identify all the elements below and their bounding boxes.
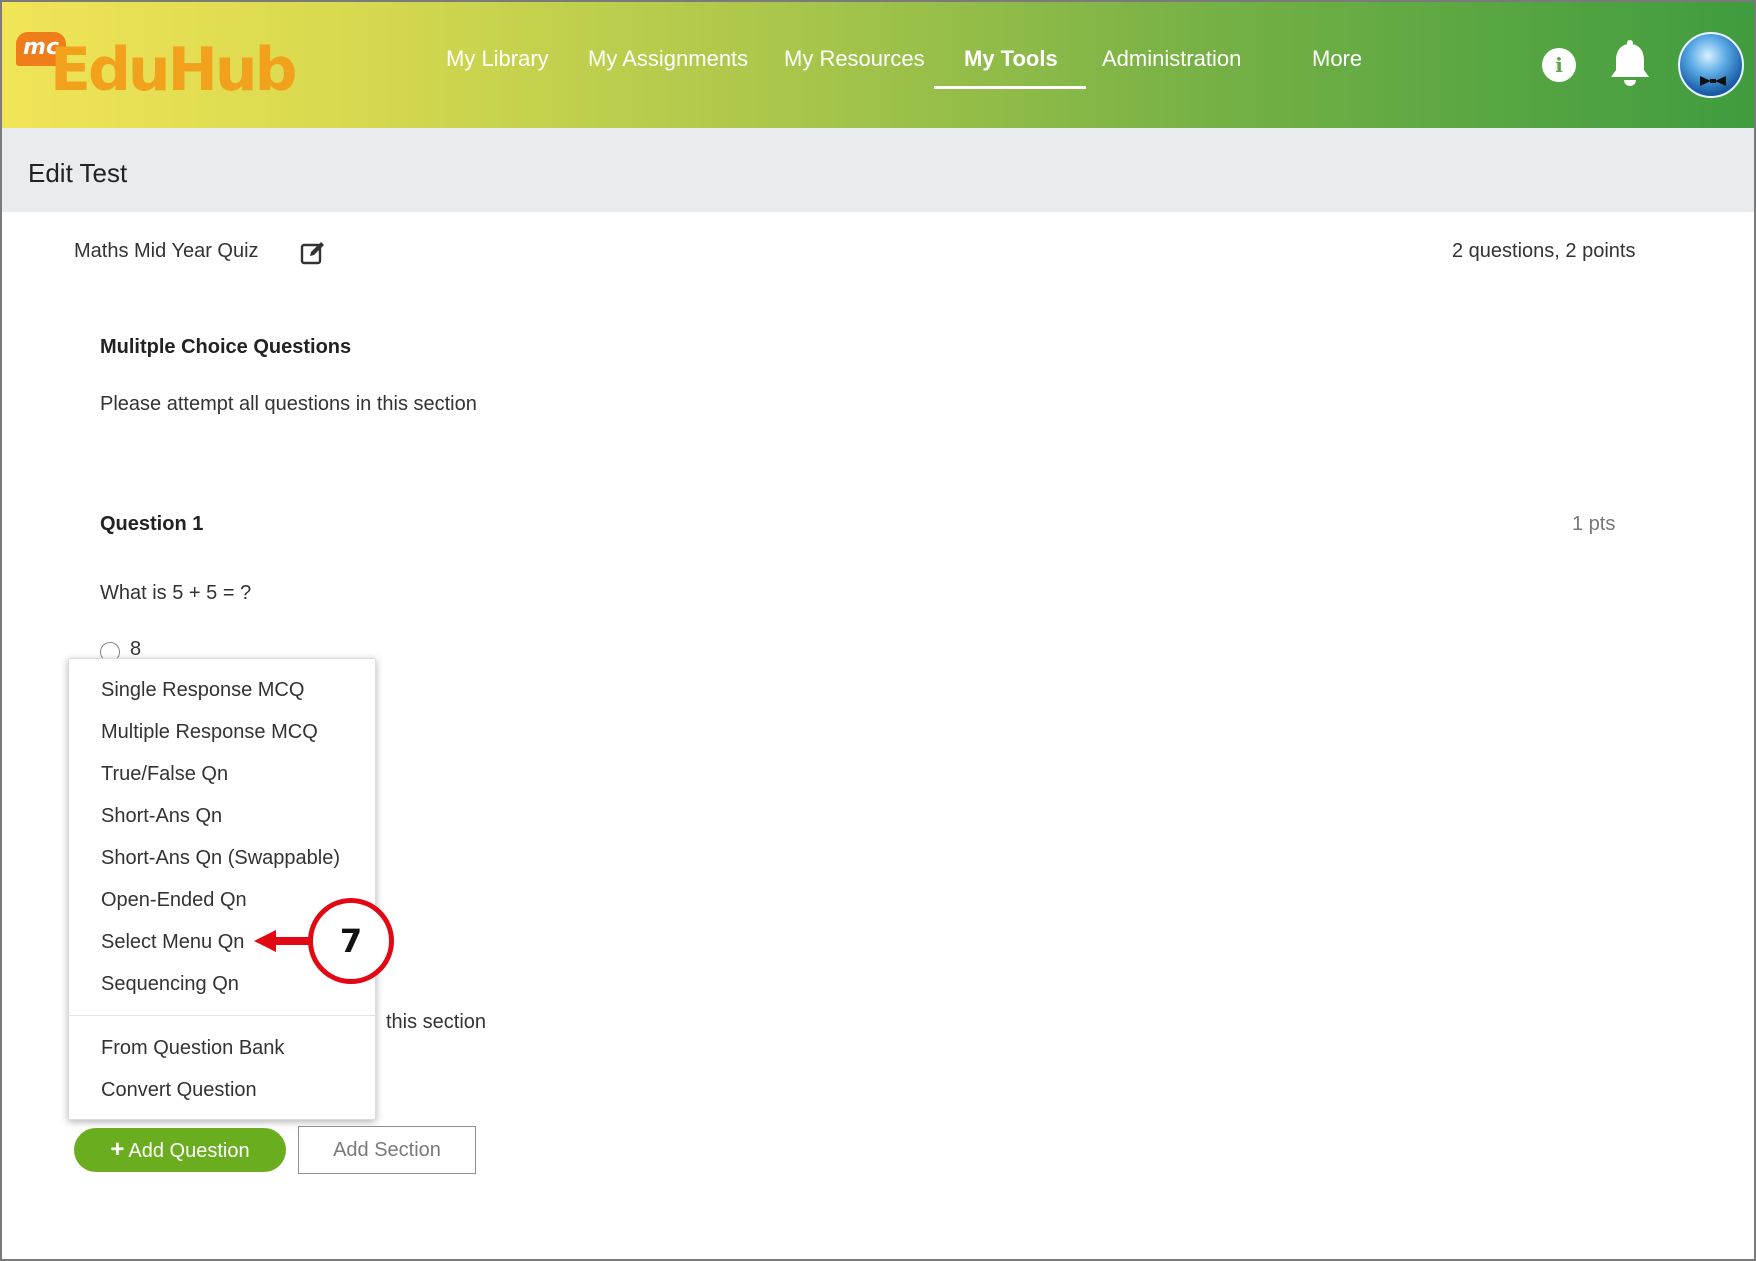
add-question-label: Add Question	[128, 1140, 250, 1162]
user-avatar[interactable]	[1678, 32, 1744, 98]
logo-text: EduHub	[50, 35, 298, 105]
add-section-button[interactable]: Add Section	[298, 1126, 476, 1174]
bowtie-icon	[1700, 76, 1726, 86]
menu-item-select-menu-qn[interactable]: Select Menu Qn	[101, 931, 244, 954]
menu-item-from-question-bank[interactable]: From Question Bank	[101, 1037, 284, 1060]
info-icon[interactable]: i	[1542, 48, 1576, 82]
question-points: 1 pts	[1572, 513, 1616, 535]
top-navigation-bar: mc EduHub My Library My Assignments My R…	[2, 2, 1754, 128]
nav-my-library[interactable]: My Library	[446, 46, 549, 72]
nav-my-resources[interactable]: My Resources	[784, 46, 925, 72]
nav-my-assignments[interactable]: My Assignments	[588, 46, 748, 72]
callout-arrow-icon	[254, 930, 312, 952]
add-question-menu: Single Response MCQ Multiple Response MC…	[68, 658, 376, 1120]
page-header: Edit Test	[2, 128, 1754, 212]
section-title: Mulitple Choice Questions	[100, 336, 352, 358]
menu-item-open-ended-qn[interactable]: Open-Ended Qn	[101, 889, 247, 912]
menu-item-true-false-qn[interactable]: True/False Qn	[101, 763, 228, 786]
test-name: Maths Mid Year Quiz	[74, 240, 259, 262]
section2-instructions: this section	[386, 1011, 487, 1033]
section-instructions: Please attempt all questions in this sec…	[100, 393, 477, 415]
menu-divider	[69, 1015, 375, 1016]
eduhub-logo[interactable]: mc EduHub	[16, 28, 298, 108]
menu-item-sequencing-qn[interactable]: Sequencing Qn	[101, 973, 239, 996]
menu-item-short-ans-qn-swappable[interactable]: Short-Ans Qn (Swappable)	[101, 847, 340, 870]
bell-icon[interactable]	[1608, 40, 1652, 88]
menu-item-single-response-mcq[interactable]: Single Response MCQ	[101, 679, 304, 702]
active-nav-indicator	[934, 86, 1086, 89]
app-window: mc EduHub My Library My Assignments My R…	[0, 0, 1756, 1261]
test-summary: 2 questions, 2 points	[1452, 240, 1636, 262]
menu-item-short-ans-qn[interactable]: Short-Ans Qn	[101, 805, 222, 828]
plus-icon: +	[110, 1136, 125, 1163]
callout-number: 7	[308, 898, 394, 984]
add-question-button[interactable]: + Add Question	[74, 1128, 286, 1172]
page-title: Edit Test	[28, 158, 128, 188]
nav-administration[interactable]: Administration	[1102, 46, 1241, 72]
nav-more[interactable]: More	[1312, 46, 1362, 72]
question-text: What is 5 + 5 = ?	[100, 582, 252, 604]
edit-icon[interactable]	[300, 240, 326, 266]
question-label: Question 1	[100, 513, 204, 535]
menu-item-convert-question[interactable]: Convert Question	[101, 1079, 257, 1102]
menu-item-multiple-response-mcq[interactable]: Multiple Response MCQ	[101, 721, 318, 744]
nav-my-tools[interactable]: My Tools	[964, 46, 1058, 72]
